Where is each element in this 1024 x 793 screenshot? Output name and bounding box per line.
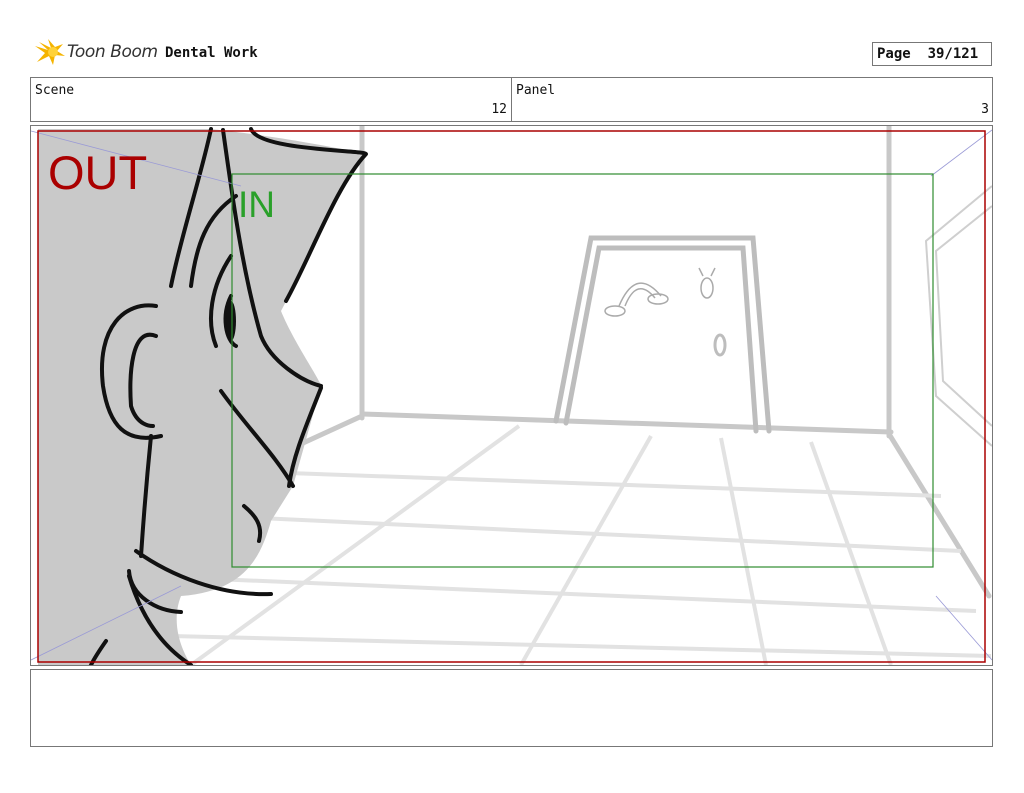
scene-cell: Scene 12 [31, 78, 512, 121]
window [924, 185, 992, 447]
panel-cell: Panel 3 [512, 78, 992, 121]
door [553, 235, 772, 434]
door-stickers [604, 267, 716, 317]
notes-box[interactable] [30, 669, 993, 747]
scene-label: Scene [35, 83, 75, 98]
star-burst-icon [35, 39, 65, 65]
scene-number: 12 [491, 102, 507, 117]
in-frame-border [231, 173, 934, 568]
page-number: 39/121 [927, 46, 979, 62]
storyboard-frame: OUT IN [30, 125, 993, 666]
scene-panel-row: Scene 12 Panel 3 [30, 77, 993, 122]
character-eye [226, 301, 236, 341]
room-walls [228, 126, 992, 599]
page-label: Page [877, 46, 911, 62]
panel-number: 3 [981, 102, 989, 117]
out-label: OUT [48, 146, 147, 199]
panel-drawing: OUT IN [31, 126, 992, 665]
logo-text: Toon Boom [67, 42, 158, 62]
toon-boom-logo: Toon Boom [33, 38, 159, 70]
panel-label: Panel [516, 83, 556, 98]
in-label: IN [238, 184, 275, 225]
project-title: Dental Work [165, 45, 258, 61]
page-indicator: Page 39/121 [872, 42, 992, 66]
